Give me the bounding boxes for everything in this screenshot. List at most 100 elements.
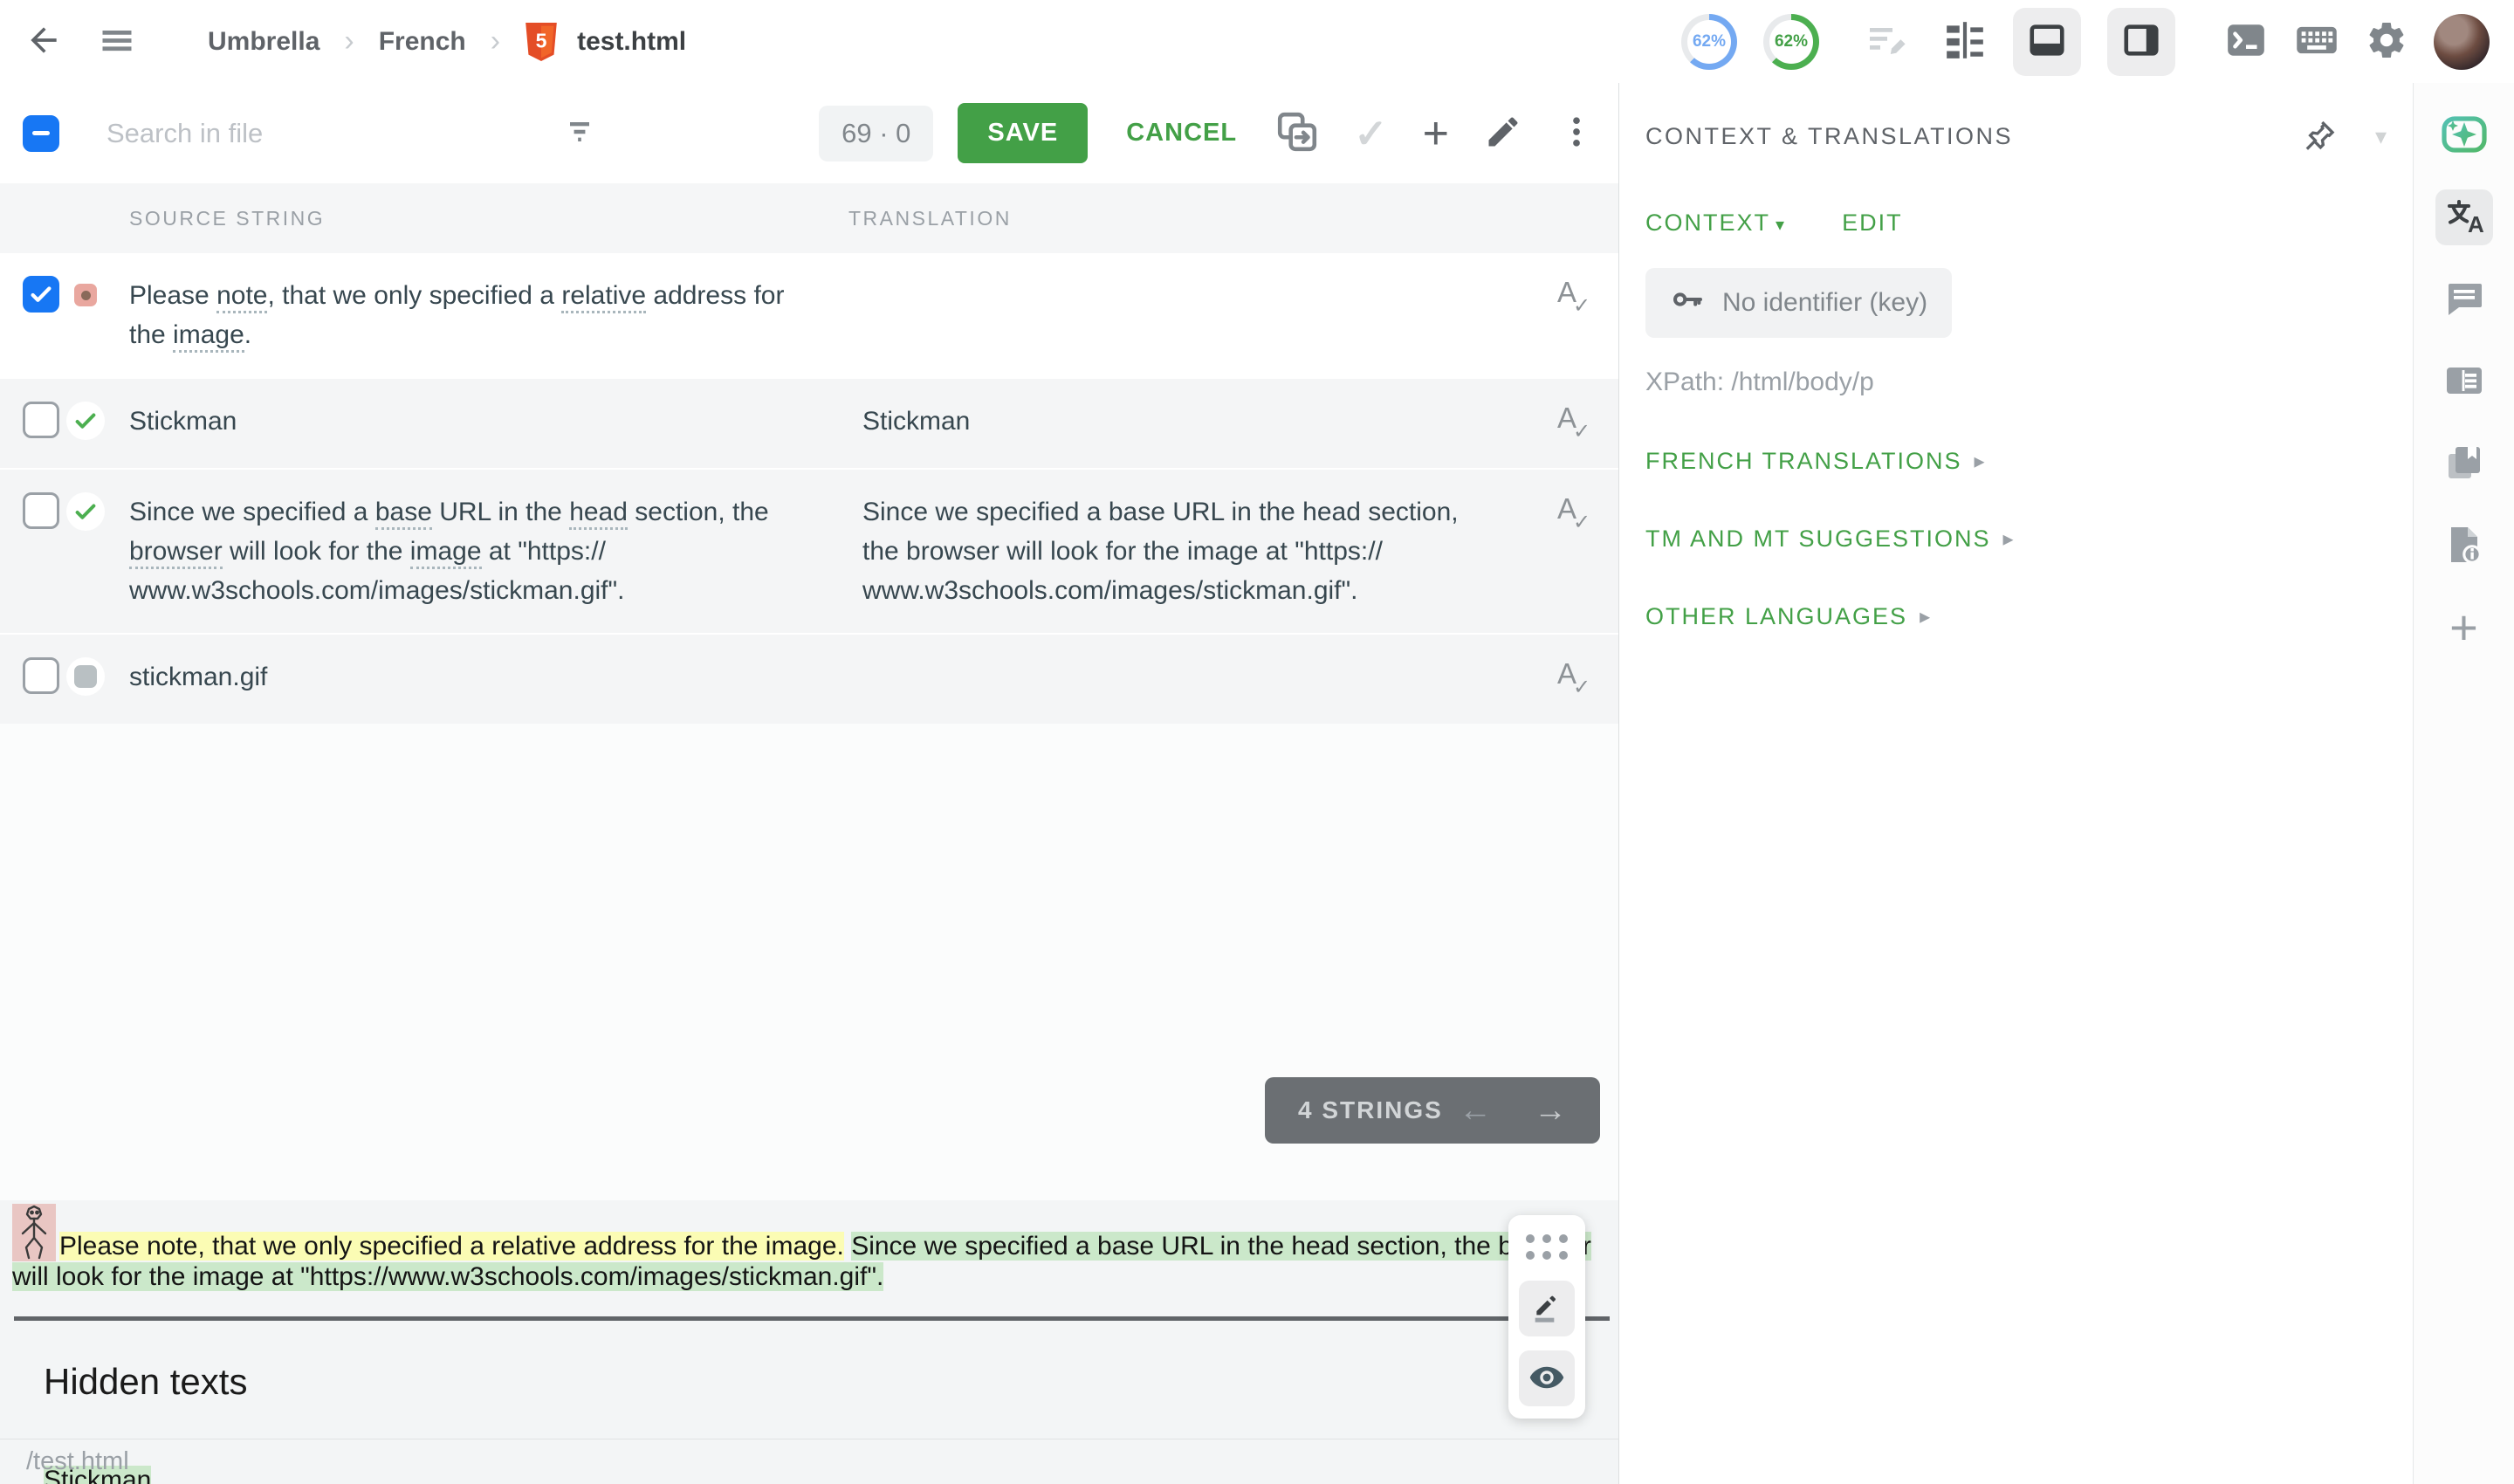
row-checkbox[interactable] xyxy=(23,657,59,694)
file-info-icon xyxy=(2443,524,2485,568)
spellcheck-icon[interactable]: A✓ xyxy=(1557,492,1596,536)
svg-text:A: A xyxy=(2468,211,2484,237)
qa-underlined-word: browser xyxy=(129,537,223,569)
comments-tab[interactable] xyxy=(2435,271,2493,327)
identifier-chip: No identifier (key) xyxy=(1645,268,1952,338)
shortcuts-button[interactable] xyxy=(2294,17,2339,65)
ai-sparkle-icon xyxy=(2442,114,2487,157)
breadcrumb-language[interactable]: French xyxy=(379,27,466,57)
row-checkbox[interactable] xyxy=(23,492,59,529)
console-button[interactable] xyxy=(2224,18,2268,65)
source-string[interactable]: Please note, that we only specified a re… xyxy=(115,276,848,354)
qa-underlined-word: image xyxy=(173,320,244,353)
copy-source-icon xyxy=(1275,110,1319,156)
ai-assistant-tab[interactable] xyxy=(2435,107,2493,163)
source-string[interactable]: Stickman xyxy=(115,402,848,441)
list-edit-icon xyxy=(1866,19,1908,64)
translations-tab[interactable]: A xyxy=(2435,189,2493,245)
settings-button[interactable] xyxy=(2366,19,2408,64)
row-checkbox[interactable] xyxy=(23,276,59,313)
preview-float-toolbar xyxy=(1508,1215,1585,1419)
pin-panel-button[interactable] xyxy=(2302,118,2337,155)
glossary-tab[interactable] xyxy=(2435,436,2493,491)
status-translated-icon xyxy=(66,492,105,531)
pencil-icon xyxy=(1484,113,1522,154)
back-button[interactable] xyxy=(24,21,63,62)
approved-progress-badge[interactable]: 62% xyxy=(1763,14,1819,70)
collapse-chevron-icon[interactable]: ▾ xyxy=(2375,123,2387,150)
identifier-label: No identifier (key) xyxy=(1722,288,1927,318)
section-other-languages[interactable]: OTHER LANGUAGES ▸ xyxy=(1645,603,2387,630)
qa-underlined-word: note xyxy=(216,281,267,313)
string-row[interactable]: Please note, that we only specified a re… xyxy=(0,253,1618,377)
edit-button[interactable] xyxy=(1484,113,1522,154)
table-header: SOURCE STRING TRANSLATION xyxy=(0,183,1618,253)
file-path: /test.html xyxy=(26,1447,129,1476)
top-bar: Umbrella › French › 5 test.html 62% 62% xyxy=(0,0,2514,83)
string-row[interactable]: stickman.gif A✓ xyxy=(0,633,1618,724)
svg-text:5: 5 xyxy=(536,29,547,52)
string-row[interactable]: StickmanStickman A✓ xyxy=(0,377,1618,468)
drag-handle-icon[interactable] xyxy=(1526,1227,1568,1267)
stickman-image[interactable] xyxy=(12,1204,56,1261)
search-input[interactable] xyxy=(106,118,560,149)
edit-context-button[interactable]: EDIT xyxy=(1842,210,1903,237)
translation-string[interactable]: Stickman xyxy=(848,402,1526,441)
qa-underlined-word: image xyxy=(410,537,482,569)
row-checkbox[interactable] xyxy=(23,402,59,438)
side-by-side-view-button[interactable] xyxy=(1943,18,1987,65)
translation-column-header: TRANSLATION xyxy=(848,207,1526,230)
approve-button[interactable]: ✓ xyxy=(1354,110,1388,157)
select-all-checkbox[interactable] xyxy=(23,115,59,152)
preview-divider xyxy=(14,1316,1610,1321)
strings-count-label: 4 STRINGS xyxy=(1298,1096,1443,1124)
translate-icon: A xyxy=(2443,196,2485,240)
translated-progress-badge[interactable]: 62% xyxy=(1681,14,1737,70)
user-avatar[interactable] xyxy=(2434,14,2490,70)
key-icon xyxy=(1670,282,1705,324)
html5-file-icon: 5 xyxy=(525,23,558,61)
right-panel-toggle[interactable] xyxy=(2107,8,2175,76)
sidebar-title: CONTEXT & TRANSLATIONS xyxy=(1645,123,2013,150)
spellcheck-icon[interactable]: A✓ xyxy=(1557,276,1596,319)
translation-string[interactable]: Since we specified a base URL in the hea… xyxy=(848,492,1526,610)
save-button[interactable]: SAVE xyxy=(958,103,1088,163)
spellcheck-icon[interactable]: A✓ xyxy=(1557,657,1596,701)
more-options-button[interactable] xyxy=(1557,113,1596,154)
source-string[interactable]: stickman.gif xyxy=(115,657,848,697)
file-context-tab[interactable] xyxy=(2435,518,2493,574)
add-panel-tab[interactable]: + xyxy=(2435,600,2493,656)
kebab-icon xyxy=(1557,113,1596,154)
breadcrumb-project[interactable]: Umbrella xyxy=(208,27,319,57)
source-string[interactable]: Since we specified a base URL in the hea… xyxy=(115,492,848,610)
filter-button[interactable] xyxy=(560,113,599,154)
chevron-right-icon: ▸ xyxy=(1975,449,1985,474)
preview-edit-mode-button[interactable] xyxy=(1519,1281,1575,1336)
spellcheck-icon[interactable]: A✓ xyxy=(1557,402,1596,445)
terminal-icon xyxy=(2224,18,2268,65)
add-string-button[interactable]: + xyxy=(1423,116,1449,151)
section-french-translations[interactable]: FRENCH TRANSLATIONS ▸ xyxy=(1645,448,2387,475)
string-info-tab[interactable] xyxy=(2435,354,2493,409)
side-by-side-icon xyxy=(1943,18,1987,65)
filter-icon xyxy=(560,113,599,154)
breadcrumb-file[interactable]: test.html xyxy=(577,27,686,57)
preview-sentence-untranslated[interactable]: Please note, that we only specified a re… xyxy=(59,1232,844,1261)
preview-pane: Please note, that we only specified a re… xyxy=(0,1200,1618,1484)
prev-page-icon[interactable]: ← xyxy=(1459,1092,1492,1130)
editor-toolbar: 69 · 0 SAVE CANCEL ✓ + xyxy=(0,83,1618,183)
draft-edits-button[interactable] xyxy=(1866,19,1908,64)
counter-chip: 69 · 0 xyxy=(819,106,933,161)
next-page-icon[interactable]: → xyxy=(1534,1092,1567,1130)
menu-button[interactable] xyxy=(98,21,136,62)
hamburger-icon xyxy=(98,21,136,62)
bottom-panel-toggle[interactable] xyxy=(2013,8,2081,76)
copy-source-button[interactable] xyxy=(1275,110,1319,156)
preview-view-mode-button[interactable] xyxy=(1519,1350,1575,1406)
cancel-button[interactable]: CANCEL xyxy=(1126,119,1237,148)
status-translated-icon xyxy=(66,402,105,440)
context-dropdown[interactable]: CONTEXT▾ xyxy=(1645,210,1786,237)
section-tm-mt-suggestions[interactable]: TM AND MT SUGGESTIONS ▸ xyxy=(1645,526,2387,553)
strings-pager: 4 STRINGS ← → xyxy=(1265,1077,1600,1144)
string-row[interactable]: Since we specified a base URL in the hea… xyxy=(0,468,1618,633)
